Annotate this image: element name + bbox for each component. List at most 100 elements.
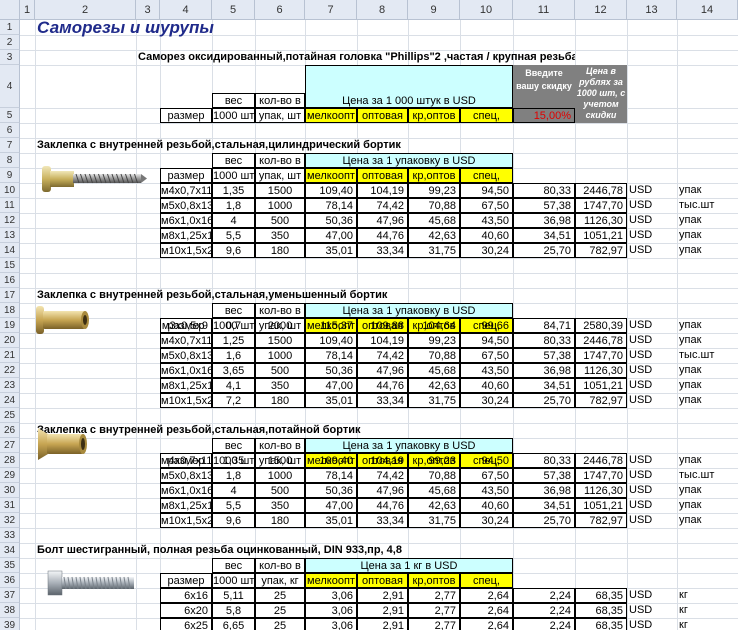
rub-price-cell[interactable]: 2446,78 [575,333,627,348]
unit-cell[interactable]: упак [677,498,738,513]
price-kropt-cell[interactable]: 42,63 [408,498,460,513]
unit-cell[interactable]: упак [677,318,738,333]
price-melkoopt-cell[interactable]: 35,01 [305,513,357,528]
weight-cell[interactable]: 5,8 [212,603,255,618]
row-header[interactable]: 28 [0,453,20,468]
weight-cell[interactable]: 4,1 [212,378,255,393]
header-ves[interactable]: вес [212,438,255,453]
price-melkoopt-cell[interactable]: 47,00 [305,228,357,243]
header-kroptov[interactable]: кр,оптов [408,108,460,123]
size-cell[interactable]: м8х1,25х18 [160,228,212,243]
price-opt-cell[interactable]: 109,88 [357,318,408,333]
price-spec-cell[interactable]: 30,24 [460,393,513,408]
price-spec-cell[interactable]: 30,24 [460,243,513,258]
unit-cell[interactable]: кг [677,603,738,618]
rub-price-cell[interactable]: 1126,30 [575,213,627,228]
rub-price-cell[interactable]: 1747,70 [575,468,627,483]
discount-price-cell[interactable]: 84,71 [513,318,575,333]
qty-cell[interactable]: 2000 [255,318,305,333]
row-header[interactable]: 15 [0,258,20,273]
unit-cell[interactable]: упак [677,333,738,348]
price-melkoopt-cell[interactable]: 50,36 [305,213,357,228]
header-1000[interactable]: 1000 шт [212,573,255,588]
price-kropt-cell[interactable]: 70,88 [408,348,460,363]
qty-cell[interactable]: 25 [255,603,305,618]
price-opt-cell[interactable]: 44,76 [357,498,408,513]
column-header[interactable]: 14 [677,0,738,20]
currency-cell[interactable]: USD [627,318,677,333]
weight-cell[interactable]: 3,65 [212,363,255,378]
header-price[interactable]: Цена за 1 упаковку в USD [305,153,513,168]
column-header[interactable]: 8 [357,0,408,20]
price-opt-cell[interactable]: 104,19 [357,183,408,198]
price-melkoopt-cell[interactable]: 47,00 [305,498,357,513]
price-kropt-cell[interactable]: 2,77 [408,618,460,630]
row-header[interactable]: 30 [0,483,20,498]
row-header[interactable]: 3 [0,50,20,65]
price-opt-cell[interactable]: 2,91 [357,603,408,618]
price-kropt-cell[interactable]: 99,23 [408,453,460,468]
header-kol[interactable]: кол-во в [255,93,305,108]
currency-cell[interactable]: USD [627,213,677,228]
qty-cell[interactable]: 500 [255,483,305,498]
unit-cell[interactable]: кг [677,618,738,630]
price-melkoopt-cell[interactable]: 50,36 [305,363,357,378]
header-kol[interactable]: кол-во в [255,303,305,318]
column-header[interactable]: 7 [305,0,357,20]
row-header[interactable]: 24 [0,393,20,408]
size-cell[interactable]: м5х0,8х13 [160,468,212,483]
price-opt-cell[interactable]: 47,96 [357,213,408,228]
rub-price-cell[interactable]: 2580,39 [575,318,627,333]
currency-cell[interactable]: USD [627,468,677,483]
column-header[interactable]: 13 [627,0,677,20]
price-kropt-cell[interactable]: 45,68 [408,483,460,498]
weight-cell[interactable]: 5,5 [212,228,255,243]
row-header[interactable]: 18 [0,303,20,318]
row-header[interactable]: 37 [0,588,20,603]
size-cell[interactable]: м6х1,0х16 [160,213,212,228]
qty-cell[interactable]: 1500 [255,333,305,348]
price-opt-cell[interactable]: 74,42 [357,198,408,213]
column-header[interactable]: 3 [136,0,160,20]
header-ves[interactable]: вес [212,93,255,108]
price-melkoopt-cell[interactable]: 35,01 [305,243,357,258]
price-opt-cell[interactable]: 44,76 [357,228,408,243]
row-header[interactable]: 20 [0,333,20,348]
discount-price-cell[interactable]: 2,24 [513,618,575,630]
header-kol[interactable]: кол-во в [255,153,305,168]
column-header[interactable]: 10 [460,0,513,20]
price-spec-cell[interactable]: 94,50 [460,183,513,198]
qty-cell[interactable]: 350 [255,498,305,513]
rub-price-cell[interactable]: 782,97 [575,513,627,528]
unit-cell[interactable]: упак [677,363,738,378]
price-kropt-cell[interactable]: 104,64 [408,318,460,333]
size-cell[interactable]: м10х1,5х21 [160,243,212,258]
qty-cell[interactable]: 180 [255,393,305,408]
weight-cell[interactable]: 9,6 [212,513,255,528]
discount-price-cell[interactable]: 57,38 [513,348,575,363]
price-opt-cell[interactable]: 104,19 [357,333,408,348]
header-melkoopt[interactable]: мелкоопт [305,573,357,588]
row-header[interactable]: 1 [0,20,20,35]
price-opt-cell[interactable]: 47,96 [357,483,408,498]
column-header[interactable]: 6 [255,0,305,20]
row-header[interactable]: 39 [0,618,20,630]
section-heading[interactable]: Саморез оксидированный,потайная головка … [136,50,575,65]
price-spec-cell[interactable]: 40,60 [460,228,513,243]
qty-cell[interactable]: 1000 [255,348,305,363]
header-ves[interactable]: вес [212,558,255,573]
currency-cell[interactable]: USD [627,513,677,528]
header-kroptov[interactable]: кр,оптов [408,168,460,183]
header-price[interactable]: Цена за 1 упаковку в USD [305,303,513,318]
price-kropt-cell[interactable]: 70,88 [408,198,460,213]
discount-price-cell[interactable]: 36,98 [513,483,575,498]
rub-price-cell[interactable]: 68,35 [575,588,627,603]
currency-cell[interactable]: USD [627,348,677,363]
currency-cell[interactable]: USD [627,198,677,213]
size-cell[interactable]: м10х1,5х21 [160,513,212,528]
row-header[interactable]: 36 [0,573,20,588]
header-melkoopt[interactable]: мелкоопт [305,168,357,183]
qty-cell[interactable]: 180 [255,513,305,528]
discount-input[interactable]: 15,00% [513,108,575,123]
weight-cell[interactable]: 1,8 [212,468,255,483]
